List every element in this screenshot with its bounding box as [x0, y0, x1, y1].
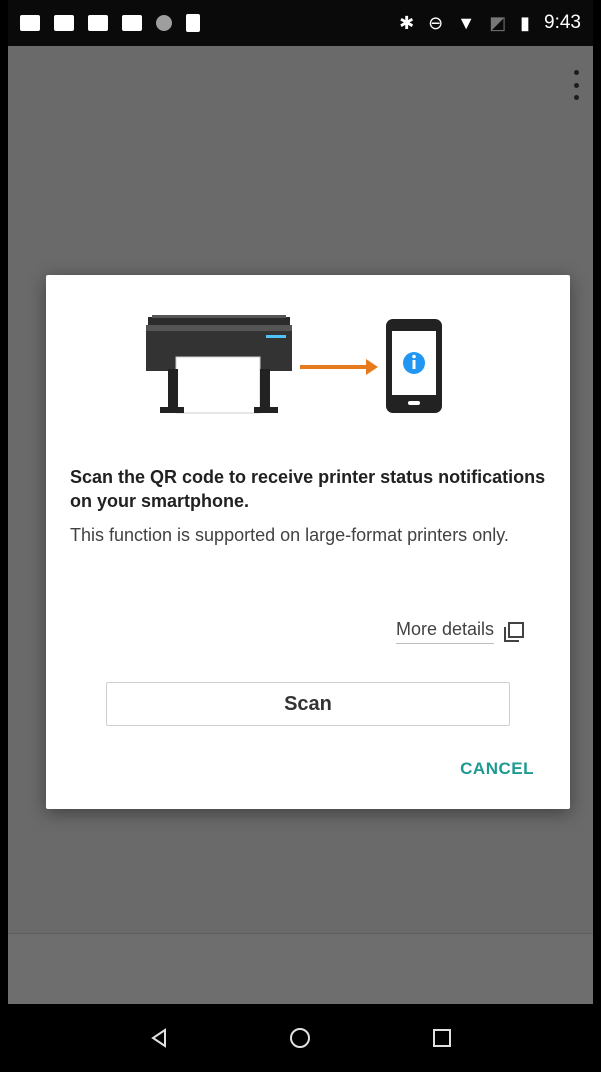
no-sim-icon: ◩ [489, 13, 507, 33]
bluetooth-icon: ✱ [399, 13, 415, 33]
app-bottom-strip [8, 933, 593, 1004]
more-details-link[interactable]: More details [395, 619, 526, 644]
more-details-label: More details [395, 619, 494, 644]
image-icon [88, 15, 108, 31]
cloud-icon [20, 15, 40, 31]
status-left [20, 14, 200, 32]
status-right: ✱ ⊖ ▼ ◩ ▮ 9:43 [399, 12, 581, 34]
circle-icon [156, 15, 172, 31]
status-bar: ✱ ⊖ ▼ ◩ ▮ 9:43 [8, 0, 593, 46]
screen: ✱ ⊖ ▼ ◩ ▮ 9:43 Scan the QR code to recei… [0, 0, 601, 1072]
dialog-title: Scan the QR code to receive printer stat… [70, 467, 546, 511]
smartphone-icon [386, 319, 442, 413]
cancel-button[interactable]: CANCEL [460, 759, 534, 779]
printer-icon [146, 315, 292, 414]
scan-button[interactable]: Scan [106, 682, 510, 726]
navigation-bar [8, 1004, 593, 1072]
dialog-body: This function is supported on large-form… [70, 525, 509, 545]
home-icon[interactable] [288, 1026, 312, 1050]
printer-to-phone-illustration [146, 315, 442, 414]
qr-scan-dialog: Scan the QR code to receive printer stat… [46, 275, 570, 809]
status-time: 9:43 [544, 12, 581, 33]
dnd-icon: ⊖ [428, 13, 444, 33]
recents-icon[interactable] [430, 1026, 454, 1050]
battery-icon: ▮ [520, 13, 531, 33]
cast-icon [54, 15, 74, 31]
youtube-icon [122, 15, 142, 31]
download-icon [186, 14, 200, 32]
back-icon[interactable] [147, 1026, 171, 1050]
open-external-icon [504, 621, 524, 642]
overflow-menu-icon[interactable] [571, 70, 581, 100]
wifi-icon: ▼ [457, 13, 476, 33]
arrow-icon [300, 359, 378, 375]
